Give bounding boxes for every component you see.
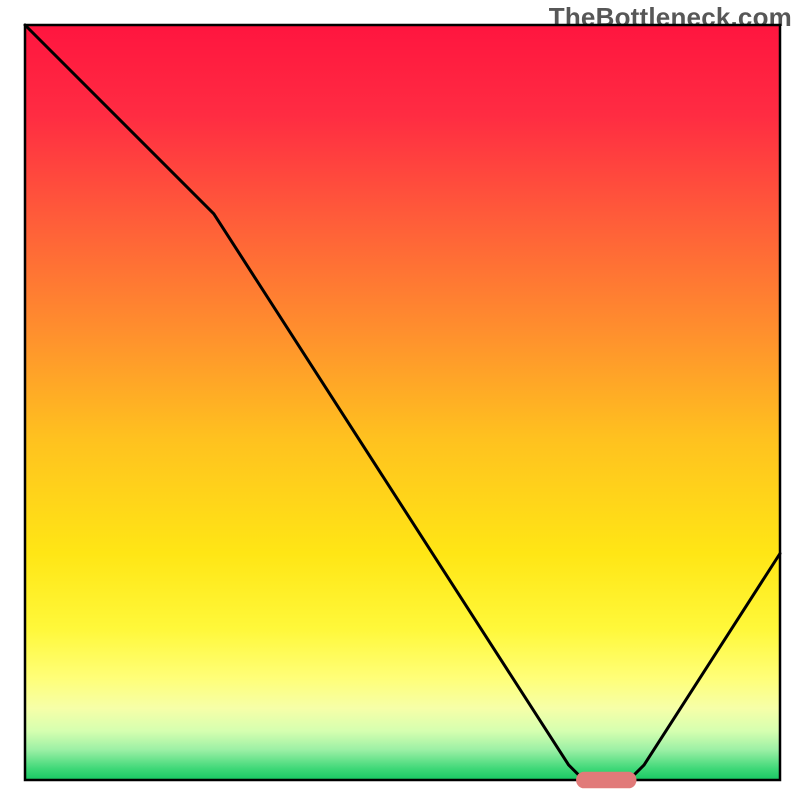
bottleneck-chart bbox=[0, 0, 800, 800]
chart-container: TheBottleneck.com bbox=[0, 0, 800, 800]
optimal-marker bbox=[576, 772, 636, 789]
